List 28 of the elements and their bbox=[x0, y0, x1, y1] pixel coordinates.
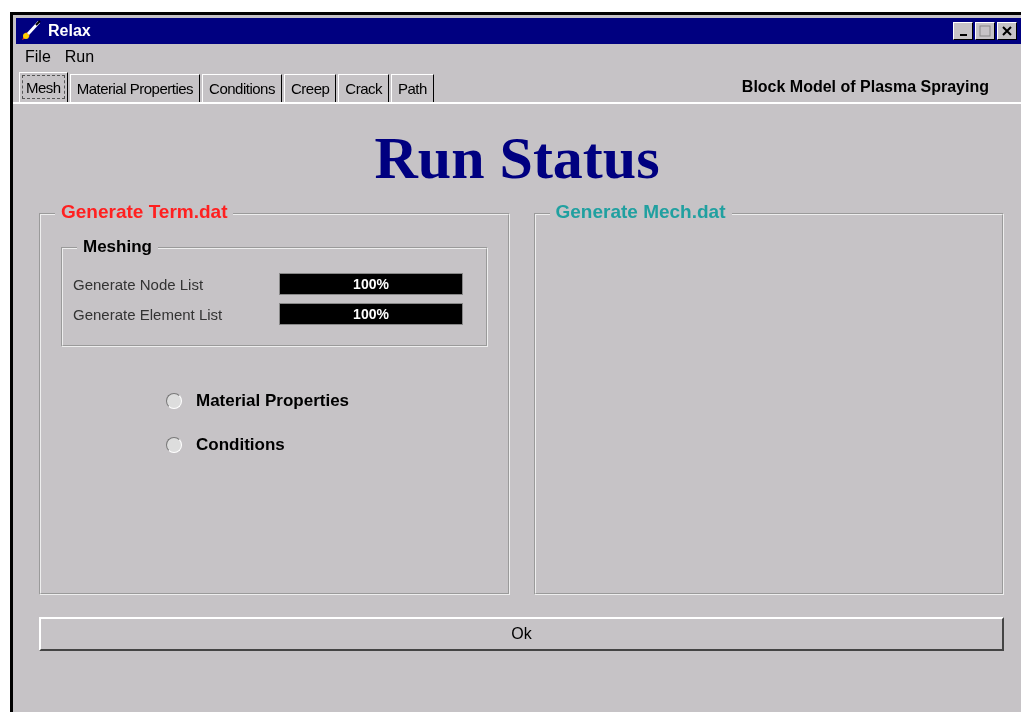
task-label: Generate Element List bbox=[73, 305, 224, 323]
maximize-button[interactable] bbox=[975, 22, 995, 40]
radio-label: Conditions bbox=[196, 435, 285, 455]
radio-button[interactable] bbox=[166, 437, 182, 453]
tab[interactable]: Crack bbox=[338, 74, 389, 102]
radio-label: Material Properties bbox=[196, 391, 350, 411]
menu-item[interactable]: File bbox=[25, 48, 51, 66]
progress-reading: 100% bbox=[353, 306, 389, 322]
group-title: Meshing bbox=[77, 237, 158, 257]
brush-icon bbox=[20, 20, 42, 42]
tab[interactable]: Path bbox=[391, 74, 434, 102]
ok-button[interactable]: Ok bbox=[39, 617, 1004, 651]
tab[interactable]: Material Properties bbox=[69, 74, 201, 102]
minimize-button[interactable] bbox=[953, 22, 973, 40]
window-title: Relax bbox=[48, 22, 91, 40]
progress-reading: 100% bbox=[353, 276, 389, 292]
run-status-heading: Run Status bbox=[374, 124, 660, 193]
radio-button[interactable] bbox=[166, 393, 182, 409]
maximize-icon bbox=[979, 25, 991, 37]
menu-item[interactable]: Run bbox=[64, 48, 95, 66]
tab[interactable]: Creep bbox=[283, 74, 337, 102]
minimize-icon bbox=[959, 34, 967, 36]
model-caption: Block Model of Plasma Spraying bbox=[741, 78, 989, 96]
close-icon bbox=[1002, 26, 1012, 36]
close-button[interactable] bbox=[997, 22, 1017, 40]
tab[interactable]: Mesh bbox=[19, 72, 68, 102]
tab[interactable]: Conditions bbox=[202, 74, 282, 102]
task-label: Generate Node List bbox=[73, 275, 205, 293]
